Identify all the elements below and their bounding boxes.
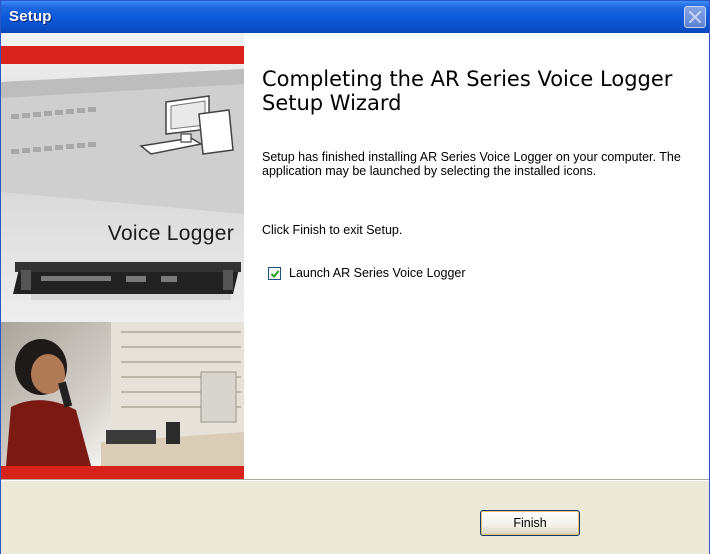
finish-hint: Click Finish to exit Setup.: [262, 223, 403, 237]
banner-office-photo: [1, 322, 244, 466]
wizard-description: Setup has finished installing AR Series …: [262, 150, 681, 178]
launch-checkbox-label[interactable]: Launch AR Series Voice Logger: [289, 266, 466, 280]
footer-divider: [1, 480, 709, 481]
voice-logger-device-illustration: [1, 69, 244, 300]
banner-bottom-stripe: [1, 466, 244, 479]
banner-top-stripe: [1, 46, 244, 64]
wizard-main-panel: Completing the AR Series Voice Logger Se…: [244, 33, 709, 479]
voice-logger-label: Voice Logger: [107, 222, 234, 245]
finish-button[interactable]: Finish: [480, 510, 580, 536]
wizard-banner-image: Voice Logger: [1, 33, 244, 479]
checkmark-icon: [270, 269, 280, 278]
close-button[interactable]: [684, 6, 706, 28]
banner-product-photo: Voice Logger: [1, 64, 244, 322]
close-icon: [689, 11, 701, 23]
wizard-footer: Finish: [1, 479, 709, 554]
window-title: Setup: [9, 8, 52, 25]
title-bar[interactable]: Setup: [1, 1, 709, 33]
launch-checkbox-row[interactable]: Launch AR Series Voice Logger: [268, 264, 466, 282]
setup-window: Setup Voice Logger Completing the AR Ser…: [0, 0, 710, 554]
launch-checkbox[interactable]: [268, 266, 281, 280]
office-worker-illustration: [6, 322, 244, 466]
wizard-content: Voice Logger Completing the AR Series Vo…: [1, 33, 709, 479]
wizard-heading: Completing the AR Series Voice Logger Se…: [262, 67, 673, 115]
